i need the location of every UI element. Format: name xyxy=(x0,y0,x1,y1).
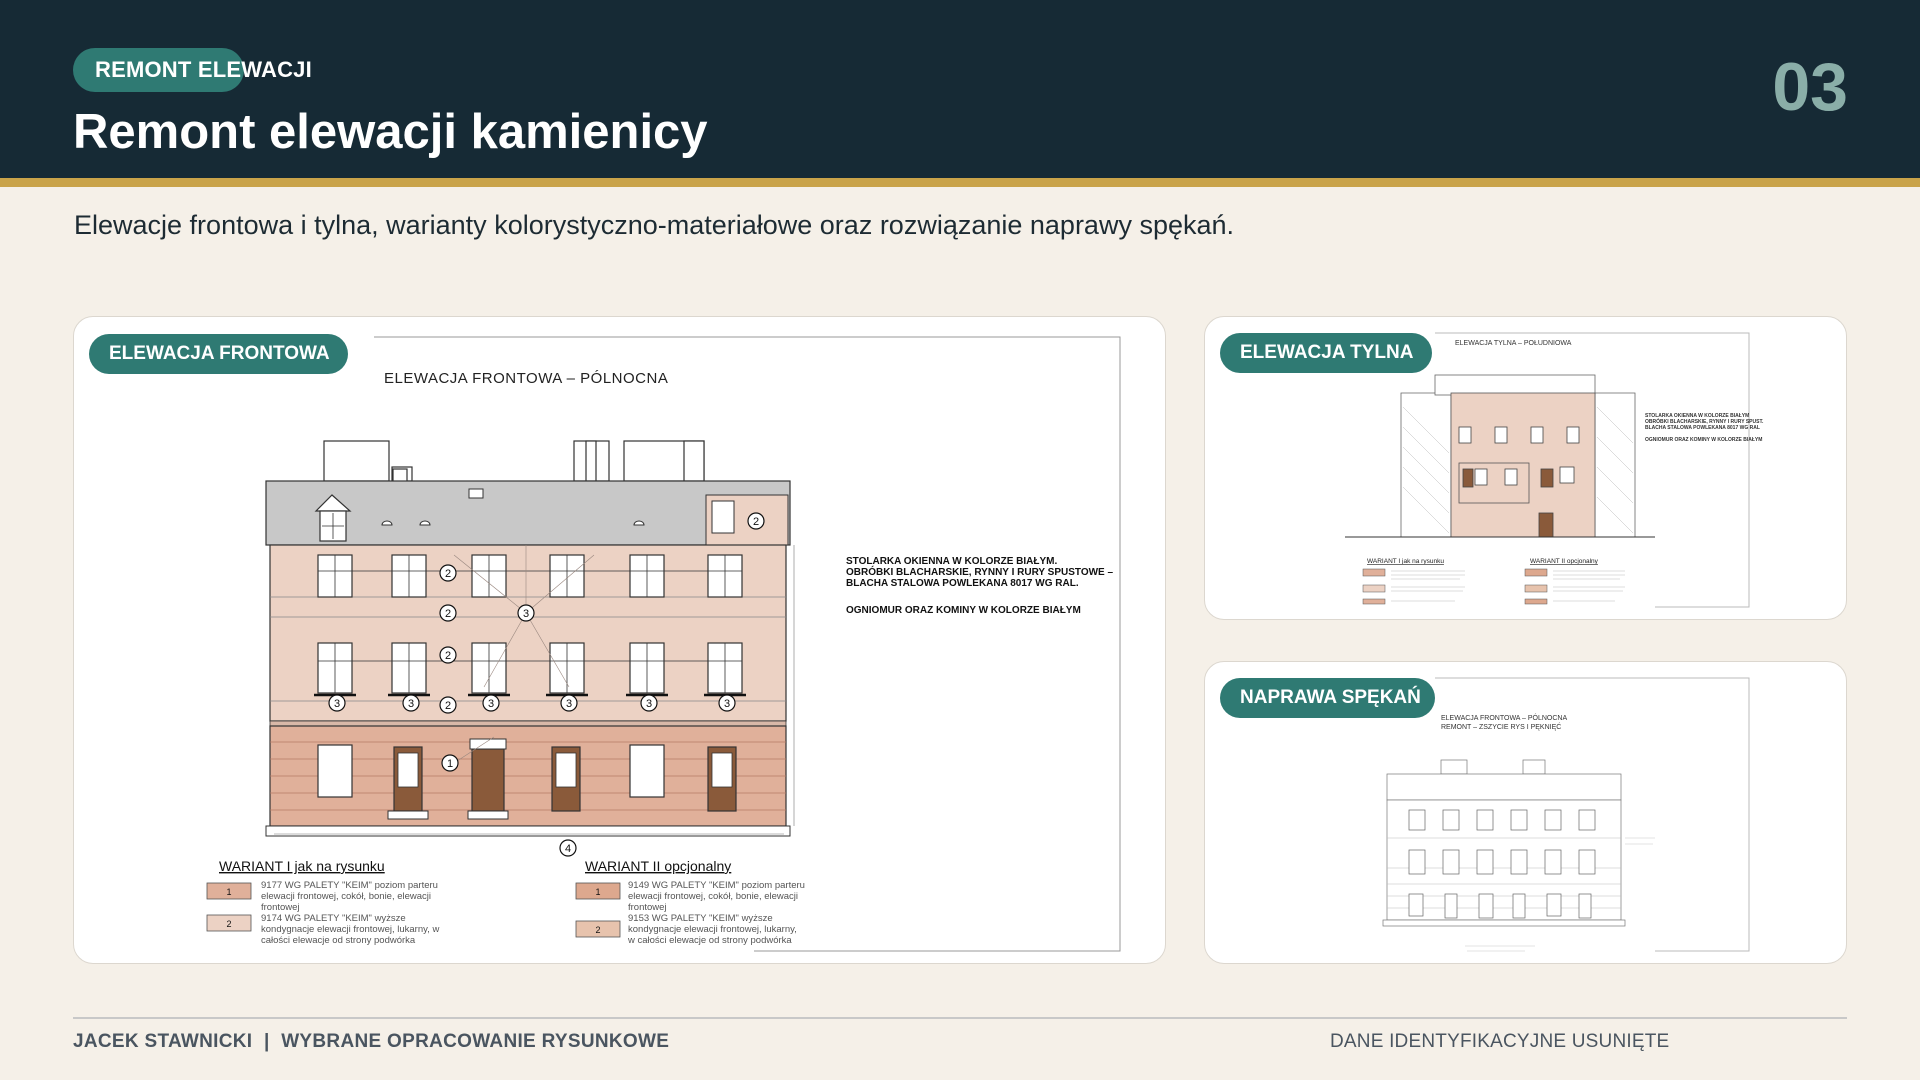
marker-4: 4 xyxy=(565,843,571,855)
footer-note: DANE IDENTYFIKACYJNE USUNIĘTE xyxy=(1330,1031,1670,1052)
variant2-desc: frontowej xyxy=(628,902,667,913)
note-line: OBRÓBKI BLACHARSKIE, RYNNY I RURY SPUSTO… xyxy=(846,565,1114,578)
marker-1: 1 xyxy=(447,758,453,770)
marker-3: 3 xyxy=(408,698,414,710)
variant2-desc: 9149 WG PALETY "KEIM" poziom parteru xyxy=(628,880,805,891)
marker-2: 2 xyxy=(445,650,451,662)
variant1-desc: elewacji frontowej, cokół, bonie, elewac… xyxy=(261,891,431,902)
variant1-desc: frontowej xyxy=(261,902,300,913)
crack-drawing-title-2: REMONT – ZSZYCIE RYS I PĘKNIĘĆ xyxy=(1441,722,1561,731)
variant1-swatch-2-num: 2 xyxy=(226,919,231,929)
front-elevation-drawing: ELEWACJA FRONTOWA – PÓLNOCNA 2 2 2 3 2 3… xyxy=(206,336,1121,952)
marker-3: 3 xyxy=(523,608,529,620)
crack-repair-label: NAPRAWA SPĘKAŃ xyxy=(1220,678,1435,718)
marker-2: 2 xyxy=(445,568,451,580)
rear-drawing-title: ELEWACJA TYLNA – POŁUDNIOWA xyxy=(1455,340,1572,347)
footer-author-name: JACEK STAWNICKI xyxy=(73,1031,253,1052)
marker-3: 3 xyxy=(724,698,730,710)
variant2-desc: w całości elewacje od strony podwórka xyxy=(627,935,792,946)
footer-author: JACEK STAWNICKI | WYBRANE OPRACOWANIE RY… xyxy=(73,1031,669,1053)
footer-section: WYBRANE OPRACOWANIE RYSUNKOWE xyxy=(281,1031,670,1052)
note-line: OGNIOMUR ORAZ KOMINY W KOLORZE BIAŁYM xyxy=(846,605,1081,616)
variant1-desc: 9174 WG PALETY "KEIM" wyższe xyxy=(261,913,406,924)
marker-3: 3 xyxy=(334,698,340,710)
rear-variant2-title: WARIANT II opcjonalny xyxy=(1530,558,1599,565)
variant1-desc: 9177 WG PALETY "KEIM" poziom parteru xyxy=(261,880,438,891)
variant1-title: WARIANT I jak na rysunku xyxy=(219,858,385,874)
variant2-desc: elewacji frontowej, cokół, bonie, elewac… xyxy=(628,891,798,902)
variant2-swatch-2-num: 2 xyxy=(595,925,600,935)
variant2-swatch-1-num: 1 xyxy=(595,887,600,897)
header-accent-stripe xyxy=(0,178,1920,187)
front-elevation-card: ELEWACJA FRONTOWA ELEWACJA FRONTOWA – PÓ… xyxy=(73,316,1166,964)
marker-3: 3 xyxy=(488,698,494,710)
rear-note: OGNIOMUR ORAZ KOMINY W KOLORZE BIAŁYM xyxy=(1645,437,1762,443)
note-line: STOLARKA OKIENNA W KOLORZE BIAŁYM. xyxy=(846,556,1058,567)
page-title: Remont elewacji kamienicy xyxy=(73,105,708,159)
footer-separator: | xyxy=(263,1031,270,1052)
variant2-desc: kondygnacje elewacji frontowej, lukarny, xyxy=(628,924,797,935)
rear-variant1-title: WARIANT I jak na rysunku xyxy=(1367,558,1444,565)
rear-elevation-card: ELEWACJA TYLNA ELEWACJA TYLNA – POŁUDNIO… xyxy=(1204,316,1847,620)
rear-note: OBRÓBKI BLACHARSKIE, RYNNY I RURY SPUST. xyxy=(1645,417,1764,425)
marker-3: 3 xyxy=(646,698,652,710)
crack-drawing-title-1: ELEWACJA FRONTOWA – PÓLNOCNA xyxy=(1441,713,1567,722)
variant2-title: WARIANT II opcjonalny xyxy=(585,858,731,874)
footer-divider xyxy=(73,1017,1847,1019)
variant1-desc: kondygnacje elewacji frontowej, lukarny,… xyxy=(261,924,439,935)
page-subtitle: Elewacje frontowa i tylna, warianty kolo… xyxy=(74,210,1235,240)
front-elevation-label: ELEWACJA FRONTOWA xyxy=(89,334,348,374)
note-line: BLACHA STALOWA POWLEKANA 8017 WG RAL. xyxy=(846,578,1079,589)
variant1-swatch-1-num: 1 xyxy=(226,887,231,897)
page-number: 03 xyxy=(1772,49,1848,125)
front-drawing-title: ELEWACJA FRONTOWA – PÓLNOCNA xyxy=(384,370,668,387)
marker-2: 2 xyxy=(445,608,451,620)
crack-repair-card: NAPRAWA SPĘKAŃ ELEWACJA FRONTOWA – PÓLNO… xyxy=(1204,661,1847,964)
marker-3: 3 xyxy=(566,698,572,710)
variant1-desc: całości elewacje od strony podwórka xyxy=(261,935,416,946)
variant2-desc: 9153 WG PALETY "KEIM" wyższe xyxy=(628,913,773,924)
rear-note: BLACHA STALOWA POWLEKANA 8017 WG RAL xyxy=(1645,425,1760,431)
rear-elevation-label: ELEWACJA TYLNA xyxy=(1220,333,1432,373)
section-badge-label: REMONT ELEWACJI xyxy=(95,57,312,82)
marker-2: 2 xyxy=(753,516,759,528)
marker-2: 2 xyxy=(445,700,451,712)
